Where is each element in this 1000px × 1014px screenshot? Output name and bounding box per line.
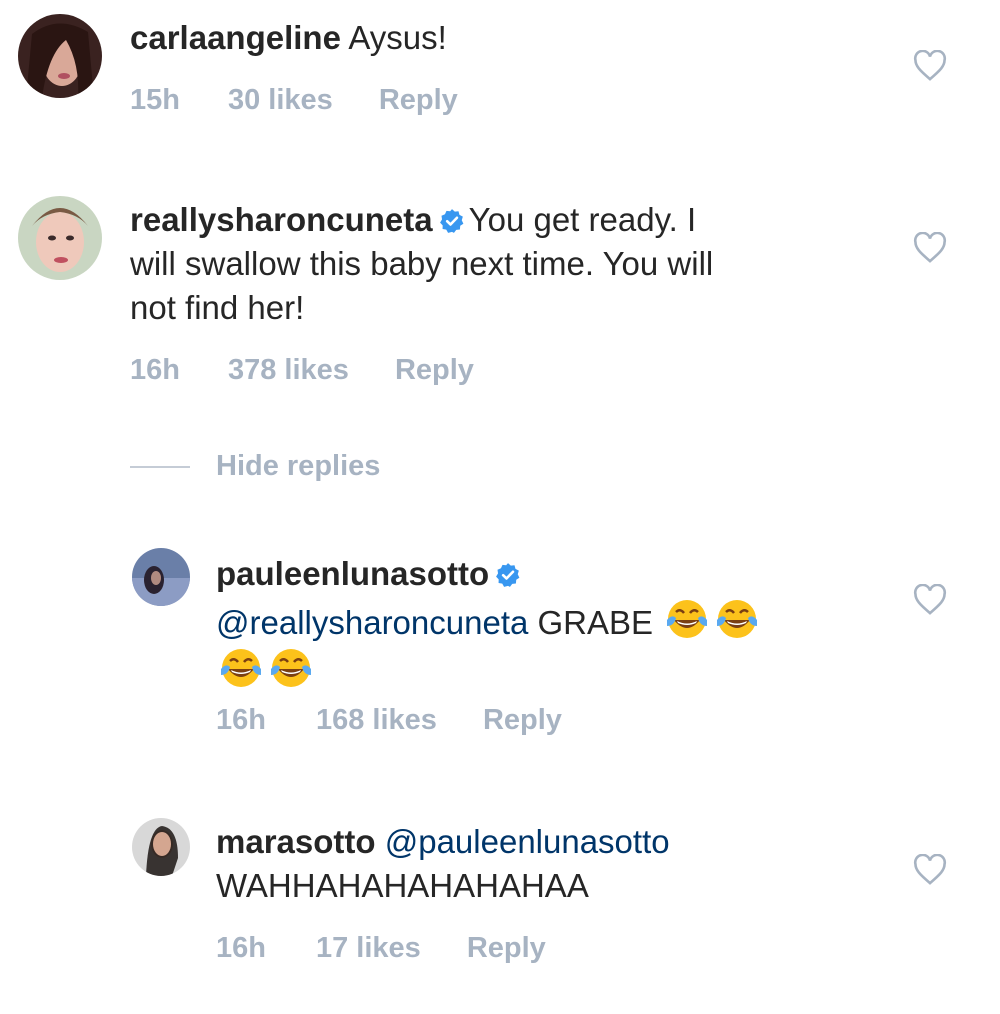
- reply-text: marasotto @pauleenlunasotto WAHHAHAHAHAH…: [216, 820, 856, 908]
- reply-button[interactable]: Reply: [379, 84, 458, 117]
- face-with-tears-of-joy-icon: [271, 649, 311, 687]
- timestamp: 15h: [130, 84, 180, 116]
- comment-body-line: not find her!: [130, 289, 305, 326]
- avatar[interactable]: [18, 14, 102, 98]
- mention-link[interactable]: @reallysharoncuneta: [216, 604, 528, 641]
- reply-meta: 16h 17 likes Reply: [216, 932, 592, 965]
- face-with-tears-of-joy-icon: [221, 649, 261, 687]
- comment-meta: 16h 378 likes Reply: [130, 354, 520, 387]
- comment-text: carlaangeline Aysus!: [130, 16, 447, 60]
- hide-replies-label: Hide replies: [216, 450, 381, 482]
- reply-text: pauleenlunasotto @reallysharoncuneta GRA…: [216, 552, 856, 694]
- reply-button[interactable]: Reply: [467, 932, 546, 965]
- face-with-tears-of-joy-icon: [667, 600, 708, 638]
- comment-reallysharoncuneta: reallysharoncuneta You get ready. I will …: [0, 180, 1000, 410]
- timestamp: 16h: [216, 932, 266, 964]
- likes-count[interactable]: 168 likes: [316, 704, 437, 737]
- mention-link[interactable]: @pauleenlunasotto: [385, 823, 670, 860]
- verified-badge-icon: [496, 563, 520, 587]
- comment-body: Aysus!: [348, 19, 447, 56]
- timestamp: 16h: [130, 354, 180, 386]
- heart-icon[interactable]: [912, 50, 948, 82]
- username[interactable]: marasotto: [216, 823, 376, 860]
- reply-button[interactable]: Reply: [395, 354, 474, 387]
- comment-body-line: will swallow this baby next time. You wi…: [130, 245, 714, 282]
- heart-icon[interactable]: [912, 232, 948, 264]
- reply-body: GRABE: [537, 604, 654, 641]
- likes-count[interactable]: 30 likes: [228, 84, 333, 117]
- reply-body: WAHHAHAHAHAHAHAA: [216, 867, 589, 904]
- comment-body: You get ready. I: [468, 201, 697, 238]
- username[interactable]: pauleenlunasotto: [216, 555, 489, 592]
- heart-icon[interactable]: [912, 854, 948, 886]
- username[interactable]: carlaangeline: [130, 19, 341, 56]
- heart-icon[interactable]: [912, 584, 948, 616]
- reply-pauleenlunasotto: pauleenlunasotto @reallysharoncuneta GRA…: [0, 540, 1000, 770]
- likes-count[interactable]: 378 likes: [228, 354, 349, 387]
- avatar[interactable]: [132, 818, 190, 876]
- reply-meta: 16h 168 likes Reply: [216, 704, 608, 737]
- hide-replies-button[interactable]: Hide replies: [130, 450, 380, 483]
- timestamp: 16h: [216, 704, 266, 736]
- divider-line: [130, 465, 190, 468]
- username[interactable]: reallysharoncuneta: [130, 201, 433, 238]
- face-with-tears-of-joy-icon: [717, 600, 758, 638]
- avatar[interactable]: [132, 548, 190, 606]
- likes-count[interactable]: 17 likes: [316, 932, 421, 965]
- reply-marasotto: marasotto @pauleenlunasotto WAHHAHAHAHAH…: [0, 810, 1000, 1010]
- reply-button[interactable]: Reply: [483, 704, 562, 737]
- comment-carlaangeline: carlaangeline Aysus! 15h 30 likes Reply: [0, 0, 1000, 140]
- verified-badge-icon: [439, 209, 463, 233]
- comment-meta: 15h 30 likes Reply: [130, 84, 504, 117]
- comment-text: reallysharoncuneta You get ready. I will …: [130, 198, 850, 330]
- avatar[interactable]: [18, 196, 102, 280]
